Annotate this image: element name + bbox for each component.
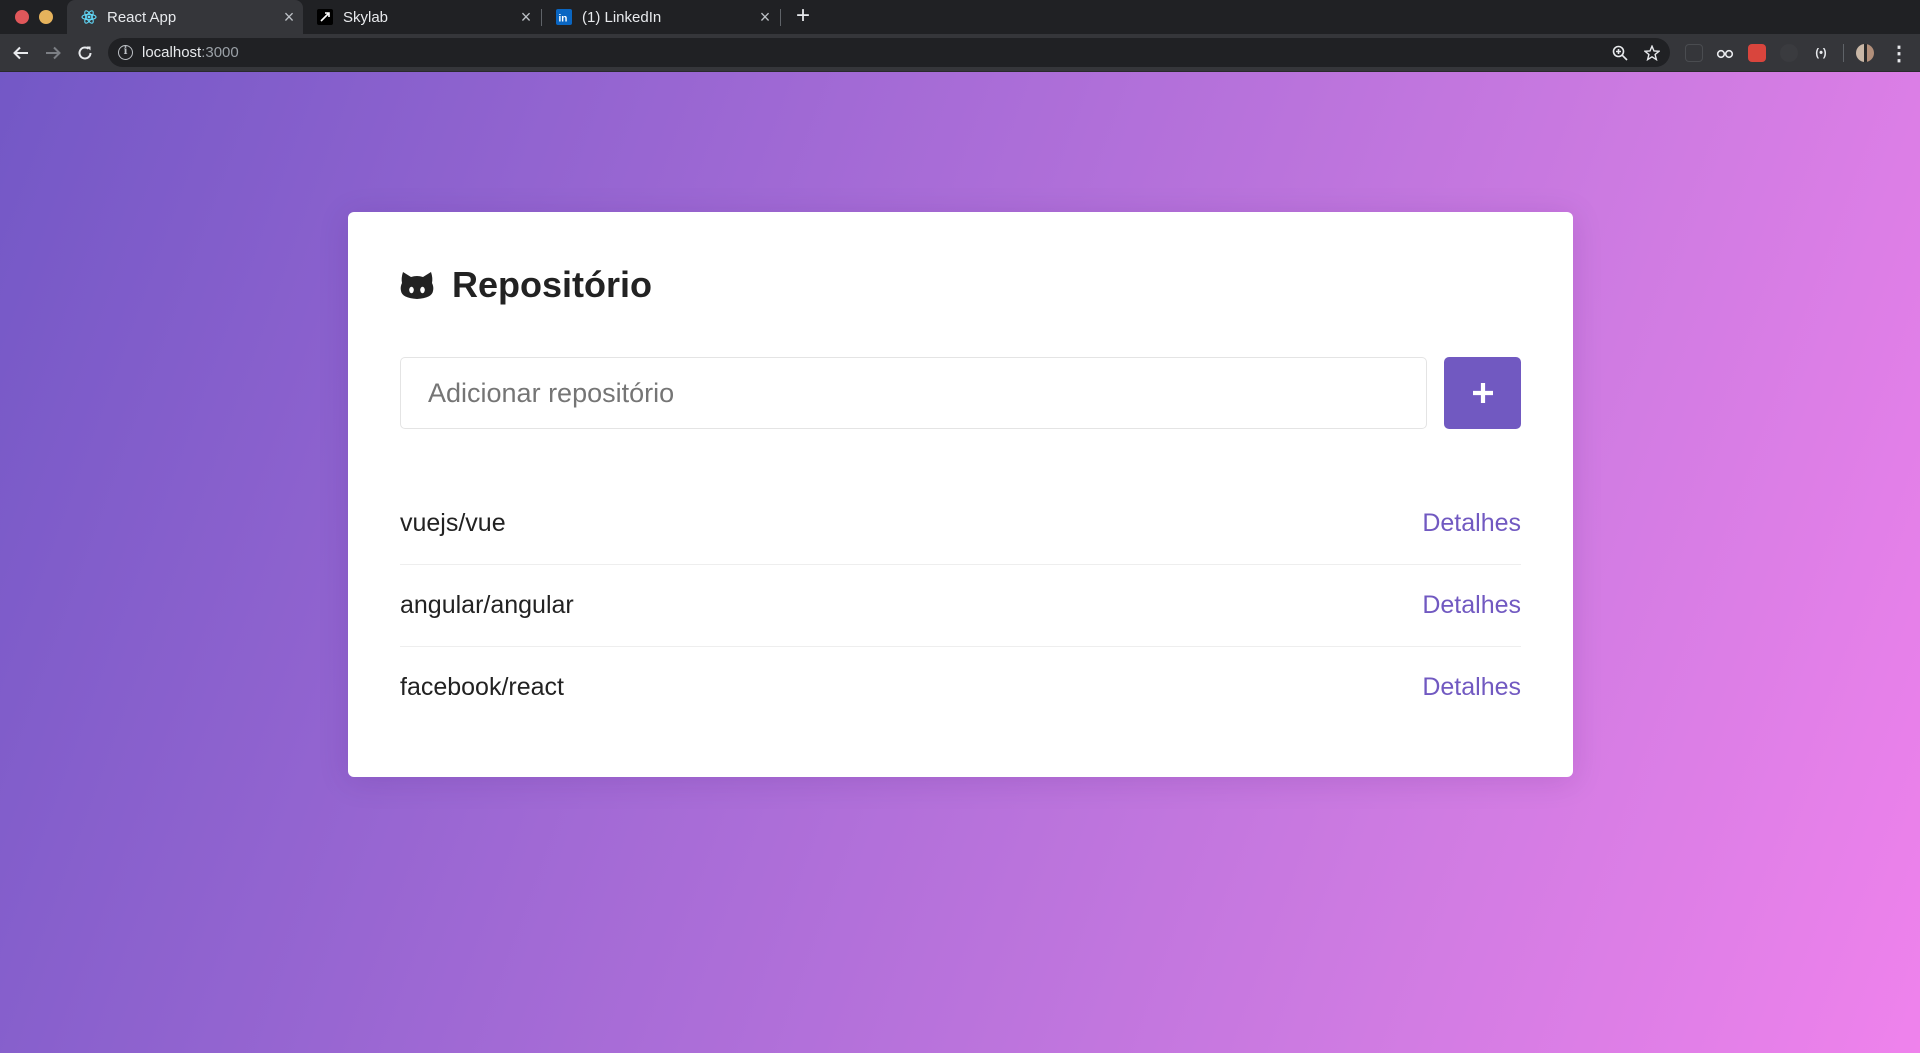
details-link[interactable]: Detalhes xyxy=(1422,673,1521,702)
repository-name: angular/angular xyxy=(400,591,574,619)
repository-input[interactable] xyxy=(400,357,1427,429)
details-link[interactable]: Detalhes xyxy=(1422,591,1521,620)
url-text: localhost:3000 xyxy=(142,44,239,61)
browser-tab-bar: React App × Skylab × in (1) LinkedIn × + xyxy=(0,0,1920,34)
plus-icon xyxy=(1472,383,1493,403)
list-item: facebook/react Detalhes xyxy=(400,646,1521,728)
back-arrow-icon[interactable] xyxy=(9,41,33,65)
toolbar-divider xyxy=(1843,44,1844,62)
tab-title: (1) LinkedIn xyxy=(582,8,662,26)
linkedin-icon: in xyxy=(556,9,572,25)
extension-signal-icon[interactable]: (•) xyxy=(1812,44,1830,62)
tab-linkedin[interactable]: in (1) LinkedIn × xyxy=(542,0,779,34)
new-tab-button[interactable]: + xyxy=(792,0,814,34)
list-item: angular/angular Detalhes xyxy=(400,564,1521,646)
card-header: Repositório xyxy=(400,264,652,306)
tab-react-app[interactable]: React App × xyxy=(67,0,303,34)
add-repository-button[interactable] xyxy=(1444,357,1521,429)
repository-list: vuejs/vue Detalhes angular/angular Detal… xyxy=(400,482,1521,728)
tab-close-icon[interactable]: × xyxy=(751,0,779,34)
info-icon[interactable]: i xyxy=(118,45,133,60)
react-icon xyxy=(81,9,97,25)
page-title: Repositório xyxy=(452,264,653,305)
extension-shield-icon[interactable] xyxy=(1780,44,1798,62)
reload-icon[interactable] xyxy=(73,41,97,65)
add-repository-form xyxy=(400,357,1521,429)
tab-divider xyxy=(780,9,781,26)
repository-card: Repositório vuejs/vue Detalhes angular/a… xyxy=(348,212,1573,777)
details-link[interactable]: Detalhes xyxy=(1422,509,1521,538)
tab-skylab[interactable]: Skylab × xyxy=(303,0,540,34)
address-bar[interactable]: i localhost:3000 xyxy=(108,38,1670,67)
skylab-icon xyxy=(317,9,333,25)
github-icon xyxy=(400,272,434,299)
browser-toolbar: i localhost:3000 (•) ⋮ xyxy=(0,34,1920,72)
star-icon[interactable] xyxy=(1643,44,1661,62)
window-close-button[interactable] xyxy=(15,10,29,24)
extension-glasses-icon[interactable] xyxy=(1716,44,1734,62)
window-minimize-button[interactable] xyxy=(39,10,53,24)
profile-avatar[interactable] xyxy=(1856,44,1874,62)
tab-close-icon[interactable]: × xyxy=(512,0,540,34)
forward-arrow-icon[interactable] xyxy=(41,41,65,65)
extension-translate-icon[interactable] xyxy=(1685,44,1703,62)
menu-dots-icon[interactable]: ⋮ xyxy=(1887,41,1911,65)
tab-title: Skylab xyxy=(343,8,389,26)
repository-name: facebook/react xyxy=(400,673,564,701)
tab-close-icon[interactable]: × xyxy=(275,0,303,34)
tab-title: React App xyxy=(107,8,177,26)
page-background: Repositório vuejs/vue Detalhes angular/a… xyxy=(0,72,1920,1053)
list-item: vuejs/vue Detalhes xyxy=(400,482,1521,564)
repository-name: vuejs/vue xyxy=(400,508,506,537)
zoom-icon[interactable] xyxy=(1611,44,1629,62)
svg-text:in: in xyxy=(559,14,568,25)
extension-redux-icon[interactable] xyxy=(1748,44,1766,62)
